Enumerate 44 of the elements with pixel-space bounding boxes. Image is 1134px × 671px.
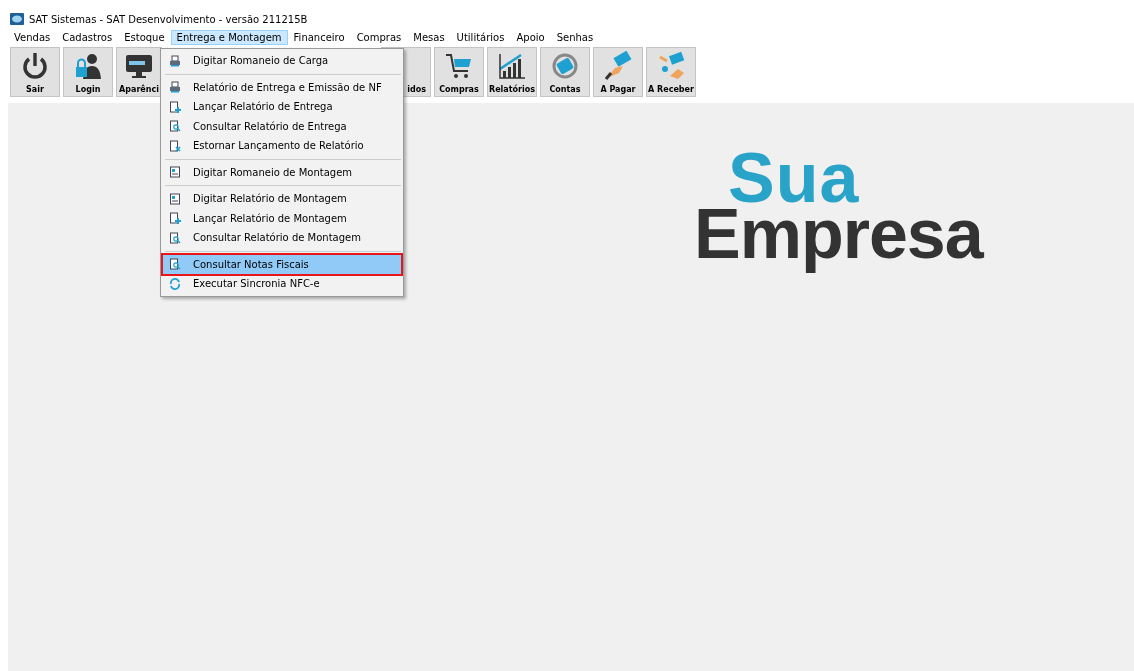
menu-item[interactable]: Compras	[350, 30, 408, 45]
toolbar-button[interactable]: Relatórios	[487, 47, 537, 97]
toolbar-button[interactable]: Contas	[540, 47, 590, 97]
menu-item[interactable]: Senhas	[550, 30, 600, 45]
document-icon	[169, 166, 181, 179]
sync-icon	[169, 277, 181, 290]
window-title: SAT Sistemas - SAT Desenvolvimento - versão 211215B	[29, 13, 308, 25]
user-lock-icon	[73, 51, 103, 81]
toolbar-button[interactable]: Aparênci	[116, 47, 162, 97]
toolbar-button[interactable]: Compras	[434, 47, 484, 97]
document-icon	[169, 192, 181, 205]
menu-item[interactable]: Utilitários	[450, 30, 511, 45]
document-search-icon	[169, 120, 181, 133]
menu-item[interactable]: Cadastros	[56, 30, 119, 45]
menu-item[interactable]: Digitar Relatório de Montagem	[163, 189, 401, 209]
app-icon	[10, 13, 24, 25]
document-plus-icon	[169, 212, 181, 225]
printer-icon	[169, 81, 181, 94]
menu-item[interactable]: Lançar Relatório de Entrega	[163, 97, 401, 117]
menu-item[interactable]: Estornar Lançamento de Relatório	[163, 136, 401, 156]
document-plus-icon	[169, 100, 181, 113]
menu-item[interactable]: Consultar Relatório de Entrega	[163, 116, 401, 136]
toolbar-button[interactable]: Login	[63, 47, 113, 97]
menu-item[interactable]: Consultar Notas Fiscais	[163, 254, 401, 274]
menu-item[interactable]: Executar Sincronia NFC-e	[163, 274, 401, 294]
menu-item[interactable]: Entrega e Montagem	[170, 30, 288, 45]
menu-item[interactable]: Apoio	[510, 30, 551, 45]
document-search-icon	[169, 258, 181, 271]
menu-item[interactable]: Consultar Relatório de Montagem	[163, 228, 401, 248]
menu-item[interactable]: Estoque	[118, 30, 171, 45]
toolbar-button[interactable]: A Pagar	[593, 47, 643, 97]
menu-item[interactable]: Vendas	[8, 30, 57, 45]
toolbar-button[interactable]: Sair	[10, 47, 60, 97]
menu-item[interactable]: Mesas	[407, 30, 451, 45]
bar-chart-icon	[497, 51, 527, 81]
menu-item[interactable]: Financeiro	[287, 30, 351, 45]
power-icon	[20, 51, 50, 81]
menu-item[interactable]: Lançar Relatório de Montagem	[163, 208, 401, 228]
document-x-icon	[169, 139, 181, 152]
cart-icon	[444, 51, 474, 81]
document-search-icon	[169, 231, 181, 244]
menu-item[interactable]: Digitar Romaneio de Montagem	[163, 162, 401, 182]
toolbar-button[interactable]: A Receber	[646, 47, 696, 97]
printer-icon	[169, 54, 181, 67]
